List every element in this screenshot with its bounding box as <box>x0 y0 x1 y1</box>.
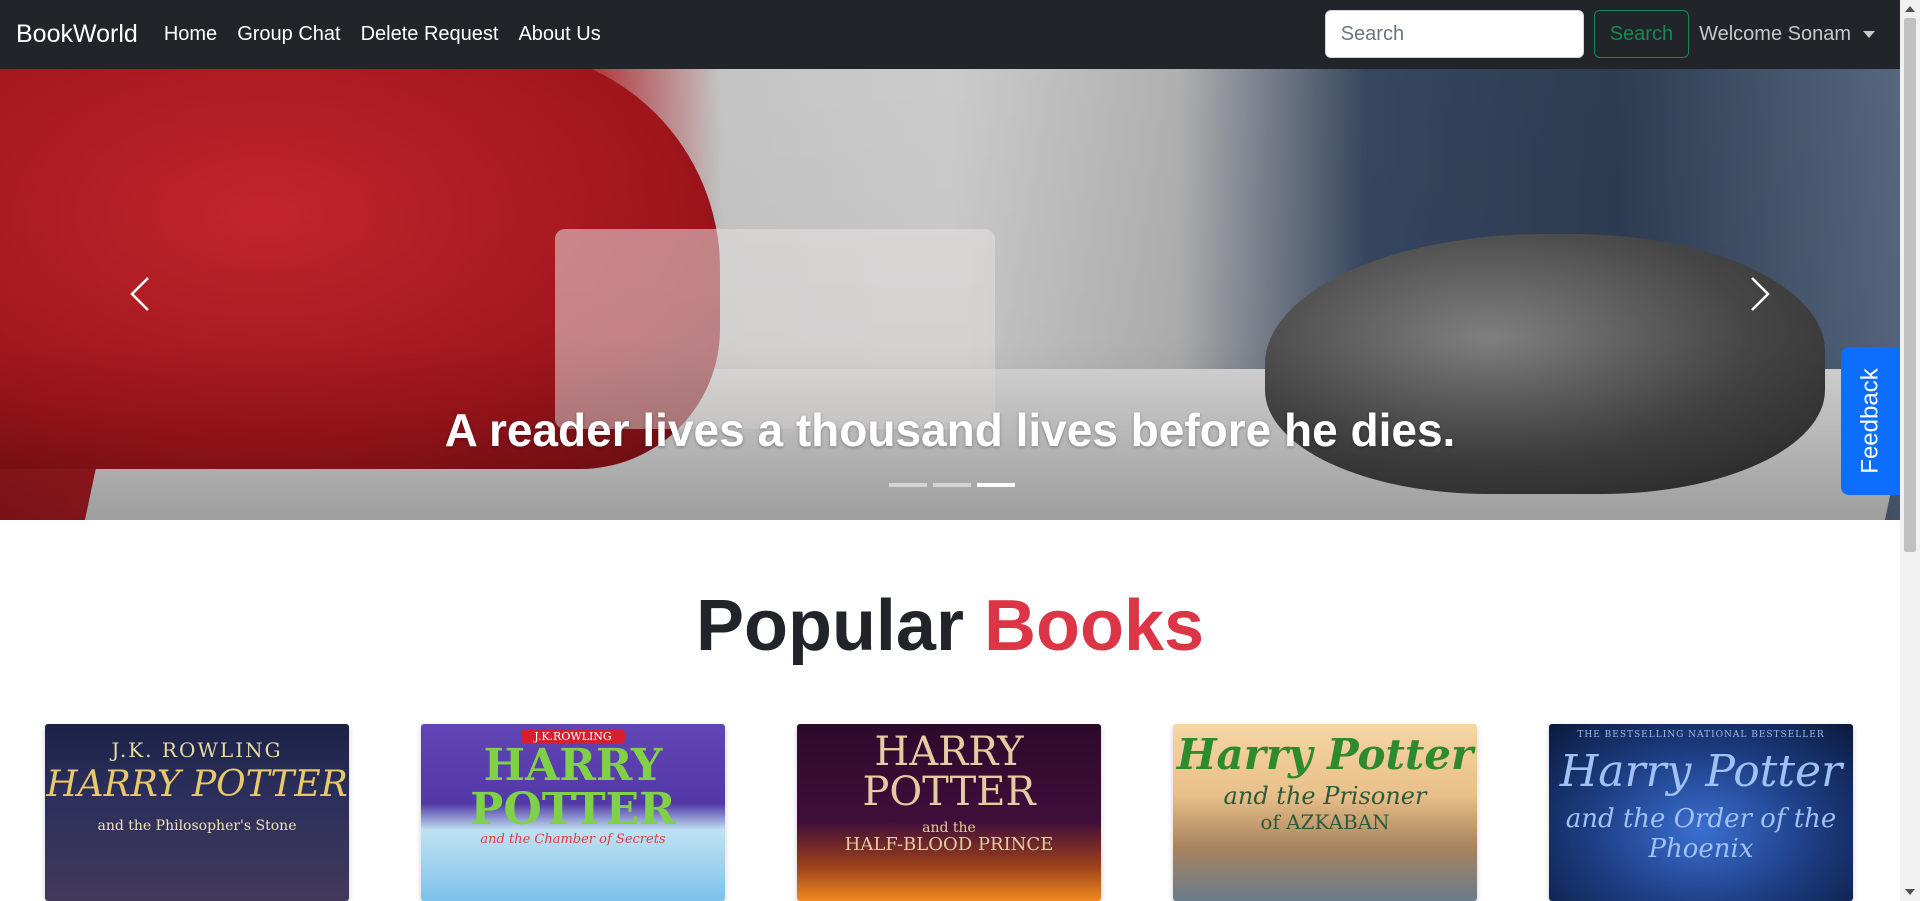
popular-books-title: Popular Books <box>0 585 1900 667</box>
nav-link-delete-request[interactable]: Delete Request <box>361 23 499 46</box>
carousel-indicators <box>886 483 1018 487</box>
book-tagline: THE BESTSELLING NATIONAL BESTSELLER <box>1577 730 1825 740</box>
book-title: HARRY POTTER <box>470 740 676 835</box>
nav-right: Search Welcome Sonam <box>1324 10 1875 58</box>
caret-down-icon <box>1863 30 1875 38</box>
carousel-prev-button[interactable] <box>122 274 162 314</box>
book-subtitle: HALF-BLOOD PRINCE <box>844 834 1054 855</box>
book-card-chamber-of-secrets[interactable]: J.K.ROWLING HARRY POTTER and the Chamber… <box>421 724 725 901</box>
book-card-order-of-the-phoenix[interactable]: THE BESTSELLING NATIONAL BESTSELLER Harr… <box>1549 724 1853 901</box>
chevron-left-icon <box>130 277 149 311</box>
title-part-popular: Popular <box>695 586 964 666</box>
user-dropdown[interactable]: Welcome Sonam <box>1699 23 1875 46</box>
book-card-prisoner-of-azkaban[interactable]: Harry Potter and the Prisoner of AZKABAN <box>1173 724 1477 901</box>
search-button[interactable]: Search <box>1593 10 1690 58</box>
page-scrollbar[interactable] <box>1900 0 1920 901</box>
book-card-half-blood-prince[interactable]: HARRY POTTER and the HALF-BLOOD PRINCE <box>797 724 1101 901</box>
carousel-indicator[interactable] <box>889 483 927 487</box>
hero-carousel: A reader lives a thousand lives before h… <box>0 69 1900 520</box>
nav-link-home[interactable]: Home <box>164 23 217 46</box>
book-subtitle: and the Chamber of Secrets <box>480 832 666 847</box>
carousel-next-button[interactable] <box>1738 274 1778 314</box>
brand-logo[interactable]: BookWorld <box>16 20 138 49</box>
carousel-caption: A reader lives a thousand lives before h… <box>444 404 1456 456</box>
book-author: J.K. ROWLING <box>111 738 283 762</box>
book-title: HARRY POTTER <box>862 729 1036 815</box>
book-title: Harry Potter <box>1176 730 1474 779</box>
chevron-right-icon <box>1751 277 1770 311</box>
book-list: J.K. ROWLING HARRY POTTER and the Philos… <box>45 724 1853 901</box>
nav-link-about-us[interactable]: About Us <box>518 23 600 46</box>
book-title: HARRY POTTER <box>46 764 348 805</box>
search-input[interactable] <box>1324 10 1584 58</box>
nav-links: Home Group Chat Delete Request About Us <box>164 23 621 46</box>
nav-link-group-chat[interactable]: Group Chat <box>237 23 340 46</box>
welcome-label: Welcome Sonam <box>1699 22 1851 45</box>
book-title: Harry Potter <box>1559 746 1843 797</box>
book-subtitle: and the Order of the Phoenix <box>1565 804 1837 864</box>
top-navbar: BookWorld Home Group Chat Delete Request… <box>0 0 1900 69</box>
feedback-button[interactable]: Feedback <box>1841 347 1900 495</box>
scroll-down-icon[interactable] <box>1905 889 1915 895</box>
carousel-indicator[interactable] <box>933 483 971 487</box>
book-subtitle: and the Philosopher's Stone <box>97 818 297 834</box>
book-card-philosophers-stone[interactable]: J.K. ROWLING HARRY POTTER and the Philos… <box>45 724 349 901</box>
scroll-up-icon[interactable] <box>1905 6 1915 12</box>
feedback-label: Feedback <box>1856 368 1884 474</box>
scrollbar-thumb[interactable] <box>1904 18 1916 552</box>
carousel-indicator-active[interactable] <box>977 483 1015 487</box>
book-subtitle: and the Prisoner <box>1223 782 1427 810</box>
book-subtitle: of AZKABAN <box>1260 810 1390 834</box>
title-part-books: Books <box>984 586 1205 666</box>
